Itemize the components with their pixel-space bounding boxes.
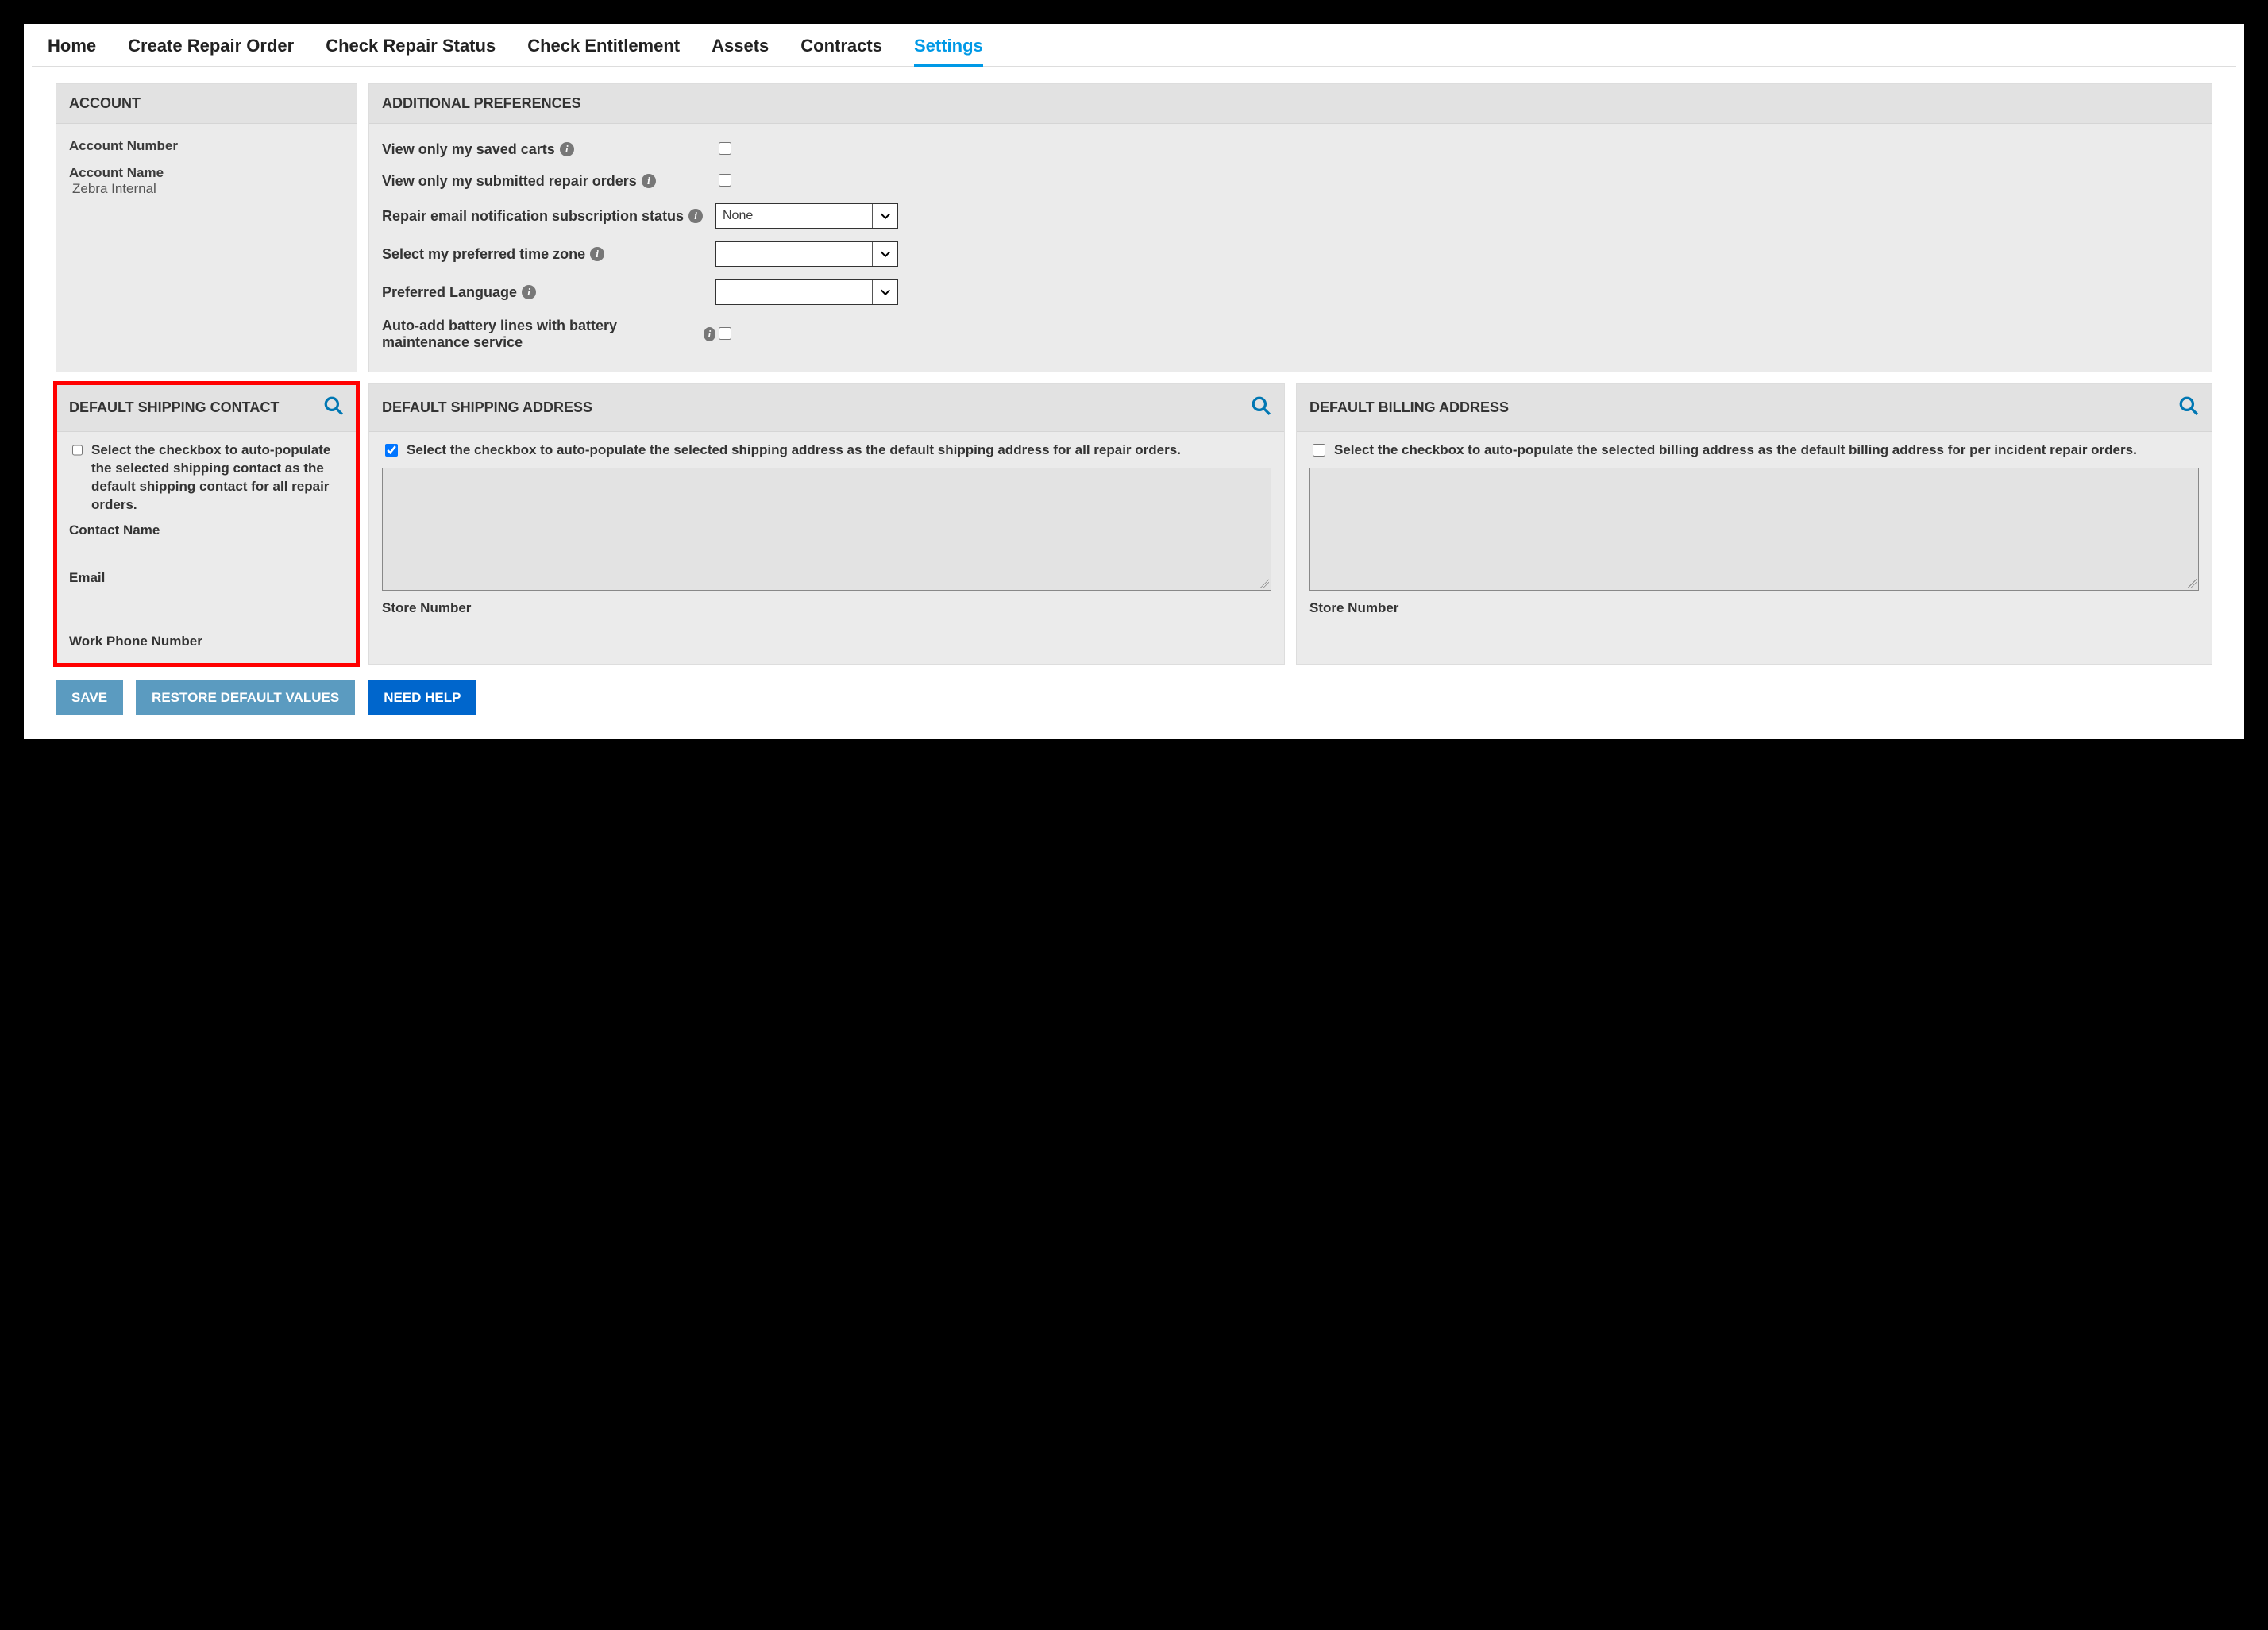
language-select[interactable]	[716, 279, 898, 305]
shipping-contact-checkbox[interactable]	[72, 444, 83, 457]
account-name-label: Account Name	[69, 165, 344, 181]
submitted-orders-label: View only my submitted repair orders	[382, 173, 637, 190]
tab-check-repair-status[interactable]: Check Repair Status	[326, 36, 496, 66]
restore-defaults-button[interactable]: RESTORE DEFAULT VALUES	[136, 680, 355, 715]
account-panel: ACCOUNT Account Number Account Name Zebr…	[56, 83, 357, 372]
info-icon[interactable]: i	[704, 327, 716, 341]
billing-address-header: DEFAULT BILLING ADDRESS	[1310, 399, 1509, 416]
shipping-store-label: Store Number	[382, 600, 1271, 616]
contact-name-label: Contact Name	[69, 522, 344, 538]
search-icon[interactable]	[323, 395, 344, 420]
shipping-address-panel: DEFAULT SHIPPING ADDRESS Select the chec…	[368, 383, 1285, 665]
billing-address-desc: Select the checkbox to auto-populate the…	[1334, 441, 2137, 460]
shipping-address-header: DEFAULT SHIPPING ADDRESS	[382, 399, 592, 416]
account-header: ACCOUNT	[56, 84, 357, 124]
account-number-label: Account Number	[69, 138, 344, 154]
email-subscription-value: None	[723, 209, 753, 223]
tab-check-entitlement[interactable]: Check Entitlement	[527, 36, 680, 66]
account-name-value: Zebra Internal	[72, 181, 344, 197]
action-buttons: SAVE RESTORE DEFAULT VALUES NEED HELP	[32, 672, 2236, 723]
email-subscription-label: Repair email notification subscription s…	[382, 208, 684, 225]
chevron-down-icon	[872, 242, 897, 266]
battery-checkbox[interactable]	[719, 327, 731, 340]
info-icon[interactable]: i	[590, 247, 604, 261]
info-icon[interactable]: i	[642, 174, 656, 188]
search-icon[interactable]	[1251, 395, 1271, 420]
chevron-down-icon	[872, 280, 897, 304]
shipping-address-textarea[interactable]	[382, 468, 1271, 591]
top-tabs: Home Create Repair Order Check Repair St…	[32, 24, 2236, 67]
preferences-panel: ADDITIONAL PREFERENCES View only my save…	[368, 83, 2212, 372]
info-icon[interactable]: i	[522, 285, 536, 299]
billing-store-label: Store Number	[1310, 600, 2199, 616]
info-icon[interactable]: i	[688, 209, 703, 223]
submitted-orders-checkbox[interactable]	[719, 174, 731, 187]
billing-address-textarea[interactable]	[1310, 468, 2199, 591]
billing-address-checkbox[interactable]	[1313, 444, 1325, 457]
email-label: Email	[69, 570, 344, 586]
tab-assets[interactable]: Assets	[712, 36, 769, 66]
shipping-address-checkbox[interactable]	[385, 444, 398, 457]
info-icon[interactable]: i	[560, 142, 574, 156]
settings-page: Home Create Repair Order Check Repair St…	[24, 24, 2244, 739]
search-icon[interactable]	[2178, 395, 2199, 420]
battery-label: Auto-add battery lines with battery main…	[382, 318, 699, 351]
shipping-contact-panel: DEFAULT SHIPPING CONTACT Select the chec…	[56, 383, 357, 665]
shipping-contact-header: DEFAULT SHIPPING CONTACT	[69, 399, 279, 416]
tab-create-repair-order[interactable]: Create Repair Order	[128, 36, 294, 66]
tab-settings[interactable]: Settings	[914, 36, 983, 67]
language-label: Preferred Language	[382, 284, 517, 301]
chevron-down-icon	[872, 204, 897, 228]
tab-home[interactable]: Home	[48, 36, 96, 66]
preferences-header: ADDITIONAL PREFERENCES	[369, 84, 2212, 124]
billing-address-panel: DEFAULT BILLING ADDRESS Select the check…	[1296, 383, 2212, 665]
need-help-button[interactable]: NEED HELP	[368, 680, 476, 715]
timezone-label: Select my preferred time zone	[382, 246, 585, 263]
save-button[interactable]: SAVE	[56, 680, 123, 715]
tab-contracts[interactable]: Contracts	[800, 36, 882, 66]
saved-carts-checkbox[interactable]	[719, 142, 731, 155]
work-phone-label: Work Phone Number	[69, 634, 344, 649]
email-subscription-select[interactable]: None	[716, 203, 898, 229]
shipping-contact-desc: Select the checkbox to auto-populate the…	[91, 441, 344, 514]
shipping-address-desc: Select the checkbox to auto-populate the…	[407, 441, 1181, 460]
timezone-select[interactable]	[716, 241, 898, 267]
saved-carts-label: View only my saved carts	[382, 141, 555, 158]
